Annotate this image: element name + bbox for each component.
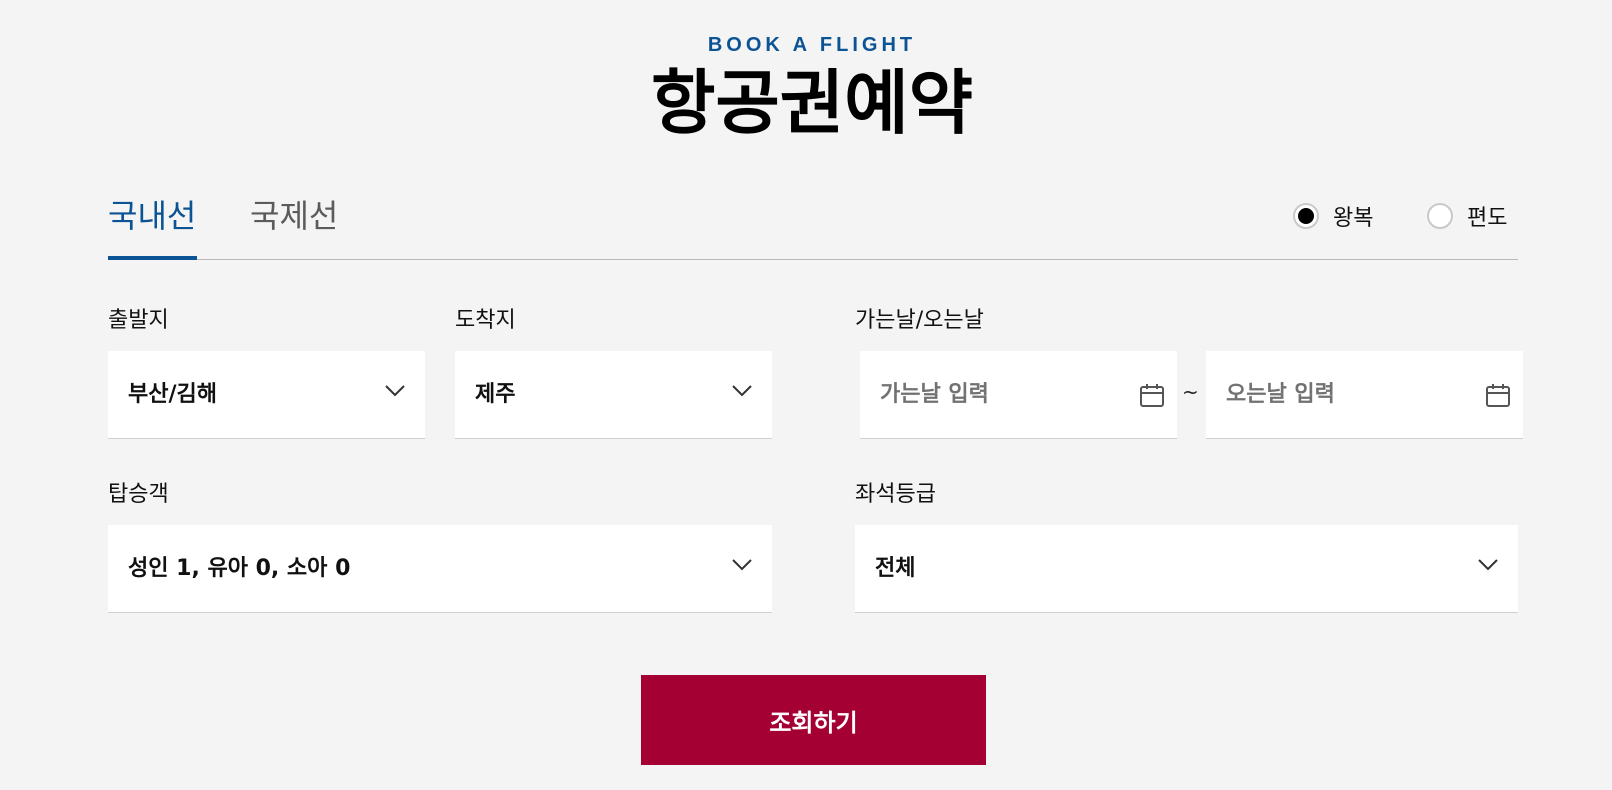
seat-class-value: 전체 bbox=[875, 556, 916, 581]
radio-selected-dot bbox=[1298, 208, 1314, 224]
arrival-select[interactable]: 제주 bbox=[455, 351, 772, 439]
oneway-label: 편도 bbox=[1467, 206, 1508, 231]
chevron-down-icon bbox=[732, 385, 752, 397]
departure-select[interactable]: 부산/김해 bbox=[108, 351, 425, 439]
passengers-select[interactable]: 성인 1, 유아 0, 소아 0 bbox=[108, 525, 772, 613]
passengers-value: 성인 1, 유아 0, 소아 0 bbox=[128, 556, 351, 581]
chevron-down-icon bbox=[732, 559, 752, 571]
page-eyebrow: BOOK A FLIGHT bbox=[707, 34, 917, 56]
tab-international[interactable]: 국제선 bbox=[250, 196, 338, 259]
passengers-label: 탑승객 bbox=[108, 482, 169, 507]
tab-domestic[interactable]: 국내선 bbox=[108, 196, 197, 260]
chevron-down-icon bbox=[385, 385, 405, 397]
return-date-placeholder: 오는날 입력 bbox=[1226, 382, 1335, 407]
return-date-input[interactable]: 오는날 입력 bbox=[1206, 351, 1523, 439]
trip-option-roundtrip[interactable]: 왕복 bbox=[1293, 200, 1373, 232]
date-range-separator: ~ bbox=[1182, 380, 1199, 404]
calendar-icon bbox=[1486, 384, 1510, 407]
oneway-radio[interactable] bbox=[1427, 203, 1453, 229]
trip-option-oneway[interactable]: 편도 bbox=[1427, 200, 1507, 232]
seat-class-label: 좌석등급 bbox=[855, 482, 936, 507]
departure-value: 부산/김해 bbox=[128, 382, 217, 407]
roundtrip-label: 왕복 bbox=[1333, 206, 1374, 231]
arrival-label: 도착지 bbox=[455, 308, 516, 333]
seat-class-select[interactable]: 전체 bbox=[855, 525, 1518, 613]
roundtrip-radio[interactable] bbox=[1293, 203, 1319, 229]
calendar-icon bbox=[1140, 384, 1164, 407]
arrival-value: 제주 bbox=[475, 382, 516, 407]
chevron-down-icon bbox=[1478, 559, 1498, 571]
departure-date-placeholder: 가는날 입력 bbox=[880, 382, 989, 407]
departure-date-input[interactable]: 가는날 입력 bbox=[860, 351, 1177, 439]
dates-label: 가는날/오는날 bbox=[855, 308, 984, 333]
search-button[interactable]: 조회하기 bbox=[641, 675, 986, 765]
page-title: 항공권예약 bbox=[651, 62, 973, 144]
departure-label: 출발지 bbox=[108, 308, 169, 333]
